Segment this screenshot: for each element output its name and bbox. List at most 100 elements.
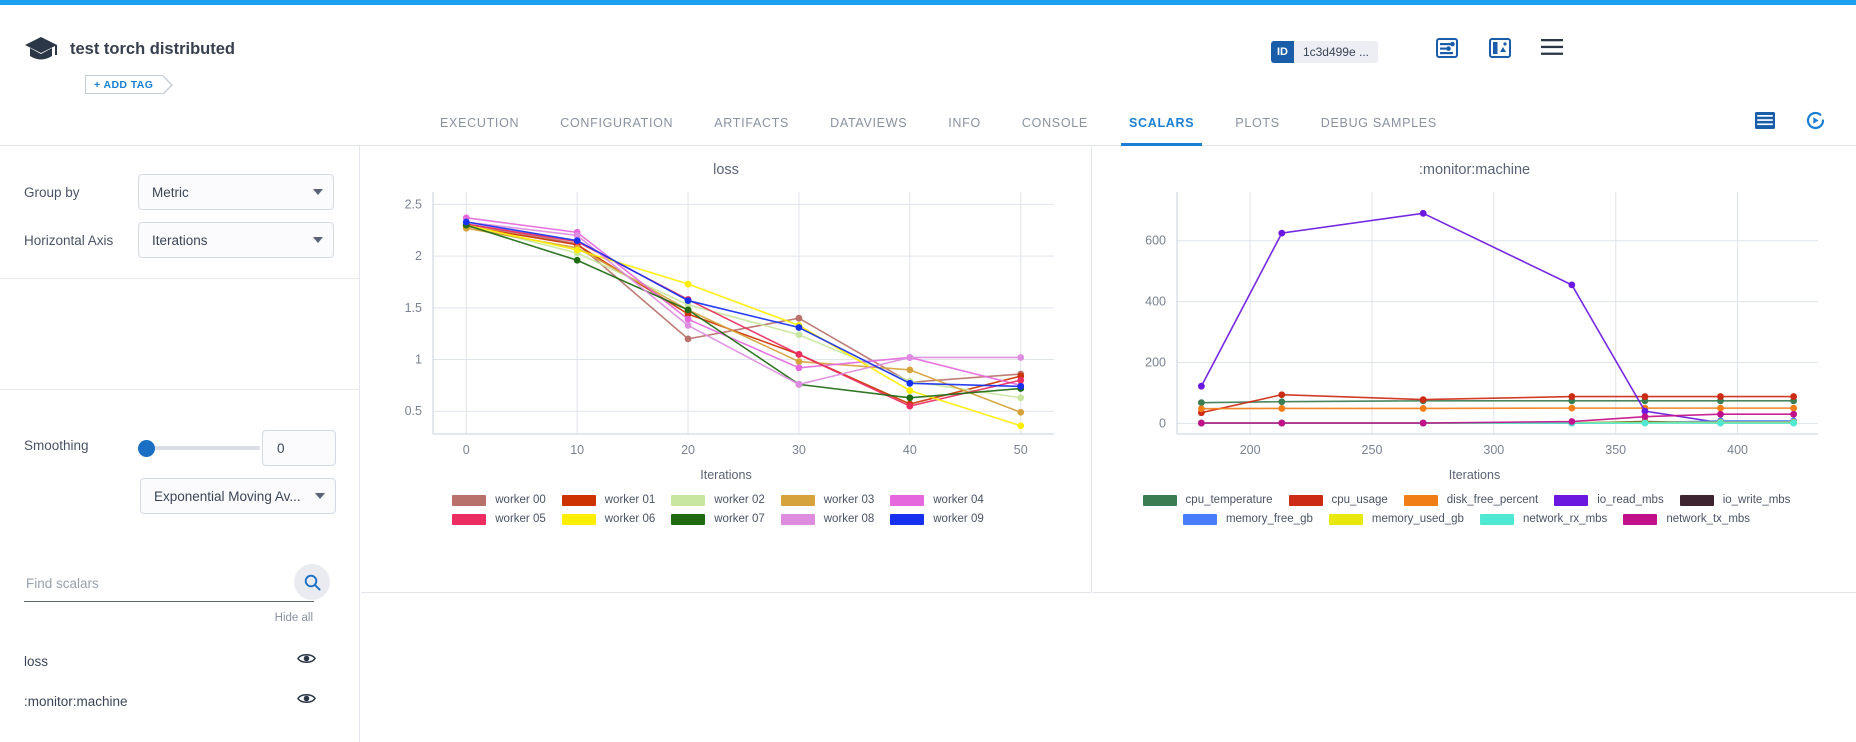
search-input[interactable] [24,566,264,600]
search-button[interactable] [294,564,330,600]
svg-text:200: 200 [1240,443,1261,457]
loss-chart-xlabel: Iterations [361,468,1091,482]
legend-label: cpu_temperature [1186,494,1273,506]
legend-color-swatch [1554,495,1588,506]
svg-text:300: 300 [1483,443,1504,457]
page-title: test torch distributed [70,40,235,59]
smoothing-value-input[interactable]: 0 [262,430,336,466]
tab-info[interactable]: INFO [948,100,981,146]
refresh-icon[interactable] [1805,110,1826,136]
smoothing-slider-thumb[interactable] [138,440,155,457]
menu-icon[interactable] [1540,38,1564,61]
svg-text:10: 10 [570,443,584,457]
hide-all-link[interactable]: Hide all [275,612,313,624]
legend-item[interactable]: worker 09 [890,513,984,525]
legend-item[interactable]: memory_used_gb [1329,513,1464,525]
legend-item[interactable]: worker 05 [452,513,546,525]
chevron-down-icon [315,493,325,499]
tab-configuration[interactable]: CONFIGURATION [560,100,673,146]
legend-item[interactable]: worker 04 [890,494,984,506]
svg-text:0.5: 0.5 [405,404,422,418]
legend-color-swatch [562,514,596,525]
tab-scalars[interactable]: SCALARS [1129,100,1194,146]
eye-icon[interactable] [297,692,316,710]
legend-label: network_tx_mbs [1666,513,1750,525]
legend-color-swatch [452,495,486,506]
svg-text:0: 0 [463,443,470,457]
legend-item[interactable]: worker 03 [781,494,875,506]
legend-item[interactable]: worker 08 [781,513,875,525]
legend-item[interactable]: disk_free_percent [1404,494,1538,506]
task-id-label: ID [1271,41,1294,63]
legend-item[interactable]: io_read_mbs [1554,494,1663,506]
preview-icon[interactable] [1489,38,1511,63]
loss-chart-card: loss 0.511.522.501020304050 Iterations w… [361,146,1092,593]
legend-color-swatch [1289,495,1323,506]
svg-text:350: 350 [1605,443,1626,457]
legend-color-swatch [1329,514,1363,525]
tab-dataviews[interactable]: DATAVIEWS [830,100,907,146]
tab-plots[interactable]: PLOTS [1235,100,1280,146]
scalar-name: :monitor:machine [24,694,128,709]
svg-text:0: 0 [1159,416,1166,430]
sidebar-divider [0,278,360,279]
add-tag-button[interactable]: + ADD TAG [85,75,163,94]
smoothing-slider[interactable] [145,446,260,450]
group-by-select[interactable]: Metric [138,174,334,210]
machine-chart-legend: cpu_temperature cpu_usage disk_free_percen… [1093,494,1856,532]
legend-item[interactable]: worker 06 [562,513,656,525]
legend-label: io_write_mbs [1723,494,1791,506]
tab-list: EXECUTION CONFIGURATION ARTIFACTS DATAVI… [440,100,1478,146]
tab-debug-samples[interactable]: DEBUG SAMPLES [1321,100,1437,146]
find-scalars-field[interactable] [24,566,314,602]
legend-color-swatch [452,514,486,525]
legend-item[interactable]: network_tx_mbs [1623,513,1750,525]
tab-console[interactable]: CONSOLE [1022,100,1088,146]
horizontal-axis-select[interactable]: Iterations [138,222,334,258]
legend-item[interactable]: worker 02 [671,494,765,506]
legend-color-swatch [671,514,705,525]
legend-color-swatch [1183,514,1217,525]
legend-label: worker 01 [605,494,656,506]
legend-label: worker 09 [933,513,984,525]
legend-item[interactable]: worker 01 [562,494,656,506]
scalar-list-item-loss[interactable]: loss [24,646,316,676]
group-by-value: Metric [152,185,189,200]
loss-chart-title: loss [361,146,1091,178]
legend-item[interactable]: worker 00 [452,494,546,506]
svg-text:2.5: 2.5 [405,197,422,211]
report-icon[interactable] [1436,38,1458,63]
legend-label: worker 06 [605,513,656,525]
legend-item[interactable]: io_write_mbs [1680,494,1791,506]
scalars-sidebar: Group by Metric Horizontal Axis Iteratio… [0,146,360,742]
svg-text:40: 40 [903,443,917,457]
task-id-badge[interactable]: ID 1c3d499e ... [1271,41,1378,63]
legend-item[interactable]: memory_free_gb [1183,513,1313,525]
tab-artifacts[interactable]: ARTIFACTS [714,100,789,146]
legend-label: worker 08 [824,513,875,525]
tab-execution[interactable]: EXECUTION [440,100,519,146]
legend-label: network_rx_mbs [1523,513,1607,525]
legend-color-swatch [781,495,815,506]
scalar-name: loss [24,654,48,669]
legend-color-swatch [1680,495,1714,506]
eye-icon[interactable] [297,652,316,670]
legend-label: worker 04 [933,494,984,506]
smoothing-algorithm-select[interactable]: Exponential Moving Av... [140,478,336,514]
svg-text:200: 200 [1145,355,1166,369]
legend-label: disk_free_percent [1447,494,1538,506]
scalar-list-item-monitor-machine[interactable]: :monitor:machine [24,686,316,716]
svg-text:400: 400 [1727,443,1748,457]
legend-item[interactable]: cpu_usage [1289,494,1388,506]
legend-item[interactable]: network_rx_mbs [1480,513,1607,525]
svg-text:2: 2 [415,249,422,263]
legend-color-swatch [781,514,815,525]
legend-color-swatch [890,495,924,506]
table-view-icon[interactable] [1755,112,1775,134]
legend-item[interactable]: cpu_temperature [1143,494,1273,506]
svg-text:50: 50 [1014,443,1028,457]
machine-chart-card: :monitor:machine 02004006002002503003504… [1093,146,1856,593]
tab-bar-actions [1755,100,1826,146]
legend-item[interactable]: worker 07 [671,513,765,525]
svg-text:400: 400 [1145,295,1166,309]
